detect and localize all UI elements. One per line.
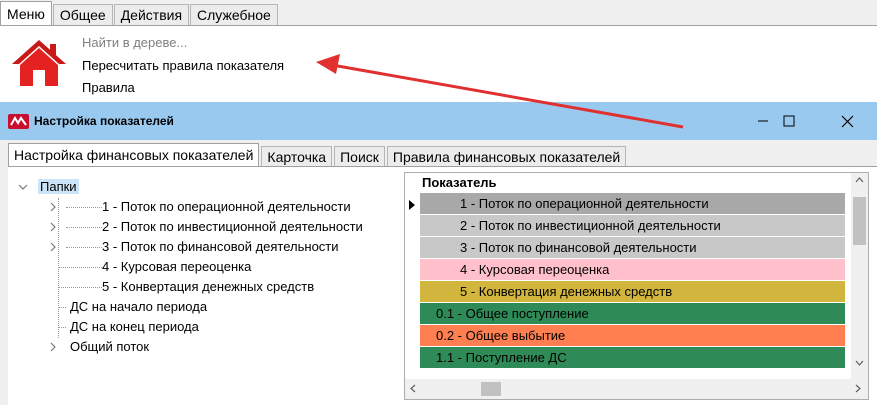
recalc-rules-item[interactable]: Пересчитать правила показателя — [82, 58, 284, 73]
folders-tree: Папки 1 - Поток по операционной деятельн… — [12, 172, 404, 400]
tree-item-root[interactable]: Папки — [38, 177, 79, 197]
dialog-tabs: Настройка финансовых показателей Карточк… — [8, 143, 628, 167]
indicators-grid: Показатель 1 - Поток по операционной дея… — [404, 172, 869, 400]
tab-search[interactable]: Поиск — [334, 146, 385, 167]
tree-item[interactable]: Общий поток — [70, 337, 149, 357]
scroll-left-icon[interactable] — [409, 384, 418, 395]
tree-item[interactable]: 5 - Конвертация денежных средств — [102, 277, 314, 297]
vertical-scroll-thumb[interactable] — [853, 197, 866, 245]
tree-item[interactable]: 2 - Поток по инвестиционной деятельности — [102, 217, 363, 237]
grid-column-header[interactable]: Показатель — [422, 174, 497, 192]
table-row[interactable]: 3 - Поток по финансовой деятельности — [420, 237, 845, 259]
tree-item[interactable]: ДС на начало периода — [70, 297, 207, 317]
maximize-icon — [783, 115, 795, 127]
table-row[interactable]: 2 - Поток по инвестиционной деятельности — [420, 215, 845, 237]
home-icon[interactable] — [10, 38, 68, 88]
current-row-icon — [409, 200, 415, 210]
tree-connector — [58, 287, 102, 288]
close-icon — [841, 115, 853, 127]
tree-connector — [66, 207, 102, 208]
table-row[interactable]: 4 - Курсовая переоценка — [420, 259, 845, 281]
table-row[interactable]: 0.1 - Общее поступление — [420, 303, 845, 325]
tab-actions[interactable]: Действия — [113, 4, 190, 26]
tree-connector — [58, 267, 102, 268]
screen: Меню Общее Действия Служебное Найти в де… — [0, 0, 877, 405]
find-in-tree-item[interactable]: Найти в дереве... — [82, 35, 187, 50]
indicators-dialog: Настройка показателей Настройка финансов… — [0, 102, 877, 405]
scroll-right-icon[interactable] — [853, 384, 862, 395]
close-button[interactable] — [824, 102, 870, 140]
chevron-right-icon[interactable] — [48, 337, 58, 357]
horizontal-scroll-thumb[interactable] — [481, 382, 501, 396]
tree-connector — [58, 307, 66, 308]
tab-general[interactable]: Общее — [52, 4, 113, 26]
chevron-right-icon[interactable] — [48, 197, 58, 217]
table-row[interactable]: 0.2 - Общее выбытие — [420, 325, 845, 347]
tab-content: Папки 1 - Поток по операционной деятельн… — [8, 167, 877, 405]
tab-card[interactable]: Карточка — [261, 146, 333, 167]
rules-item[interactable]: Правила — [82, 80, 135, 95]
chevron-right-icon[interactable] — [48, 217, 58, 237]
chevron-down-icon[interactable] — [18, 177, 28, 197]
app-logo-icon — [8, 114, 29, 129]
tab-financial-rules[interactable]: Правила финансовых показателей — [386, 146, 627, 167]
scroll-up-icon[interactable] — [855, 176, 864, 187]
table-row[interactable]: 1 - Поток по операционной деятельности — [420, 193, 845, 215]
tree-connector — [58, 327, 66, 328]
vertical-scrollbar[interactable] — [851, 173, 868, 379]
tree-connector — [58, 198, 59, 338]
tree-item[interactable]: 3 - Поток по финансовой деятельности — [102, 237, 339, 257]
tree-item[interactable]: ДС на конец периода — [70, 317, 199, 337]
scroll-down-icon[interactable] — [855, 358, 864, 369]
tree-item[interactable]: 1 - Поток по операционной деятельности — [102, 197, 351, 217]
maximize-button[interactable] — [766, 102, 812, 140]
chevron-right-icon[interactable] — [48, 237, 58, 257]
tree-item-label: Папки — [38, 179, 79, 194]
dialog-title: Настройка показателей — [34, 114, 174, 128]
tree-item[interactable]: 4 - Курсовая переоценка — [102, 257, 251, 277]
dialog-titlebar[interactable]: Настройка показателей — [0, 102, 877, 140]
ribbon-tabs: Меню Общее Действия Служебное — [0, 0, 279, 26]
tab-service[interactable]: Служебное — [190, 4, 278, 26]
tab-menu[interactable]: Меню — [0, 1, 52, 26]
horizontal-scrollbar[interactable] — [405, 379, 868, 399]
tree-connector — [66, 247, 102, 248]
table-row[interactable]: 5 - Конвертация денежных средств — [420, 281, 845, 303]
tree-connector — [66, 227, 102, 228]
table-row[interactable]: 1.1 - Поступление ДС — [420, 347, 845, 369]
tab-financial-settings[interactable]: Настройка финансовых показателей — [8, 143, 260, 167]
